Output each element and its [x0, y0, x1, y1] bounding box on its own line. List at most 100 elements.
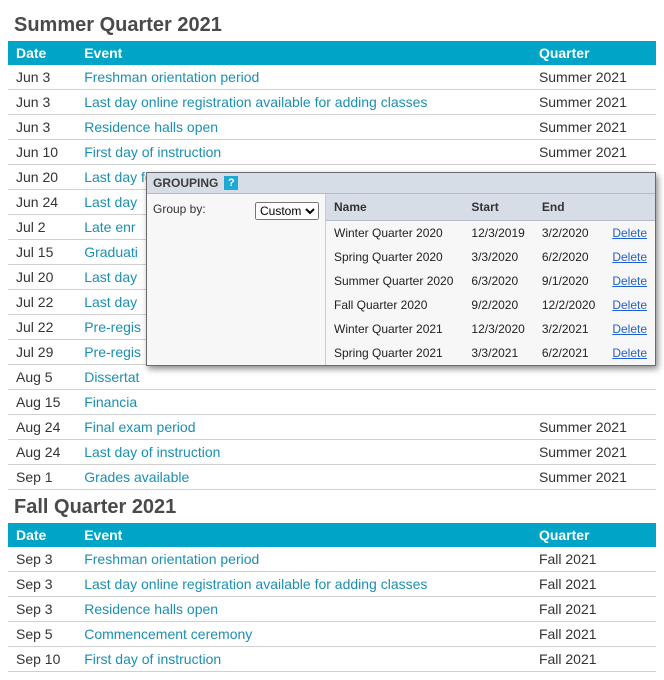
group-by-select[interactable]: Custom — [255, 202, 319, 220]
event-date: Aug 24 — [8, 440, 76, 465]
event-quarter: Summer 2021 — [531, 140, 656, 165]
group-by-panel: Group by: Custom — [147, 194, 325, 365]
table-row: Jun 10 First day of instruction Summer 202… — [8, 140, 656, 165]
event-quarter: Summer 2021 — [531, 465, 656, 490]
event-date: Jun 3 — [8, 115, 76, 140]
grouping-name: Spring Quarter 2021 — [326, 341, 463, 365]
event-link[interactable]: Freshman orientation period — [84, 551, 259, 567]
grouping-start: 3/3/2020 — [463, 245, 533, 269]
grouping-row: Winter Quarter 202012/3/20193/2/2020Dele… — [326, 221, 655, 246]
event-link[interactable]: Commencement ceremony — [84, 626, 252, 642]
delete-link[interactable]: Delete — [612, 298, 647, 312]
event-link[interactable]: First day of instruction — [84, 144, 221, 160]
table-row: Sep 3 Freshman orientation period Fall 202… — [8, 547, 656, 572]
event-date: Jun 3 — [8, 90, 76, 115]
table-row: Jun 3 Residence halls open Summer 2021 — [8, 115, 656, 140]
event-date: Aug 15 — [8, 390, 76, 415]
event-date: Jun 20 — [8, 165, 76, 190]
event-link[interactable]: Residence halls open — [84, 601, 218, 617]
event-link[interactable]: First day of instruction — [84, 651, 221, 667]
delete-link[interactable]: Delete — [612, 322, 647, 336]
grouping-end: 3/2/2021 — [534, 317, 604, 341]
event-link[interactable]: Dissertat — [84, 369, 139, 385]
events-header-row: DateEventQuarter — [8, 41, 656, 65]
delete-link[interactable]: Delete — [612, 226, 647, 240]
event-date: Jul 22 — [8, 290, 76, 315]
grouping-row: Spring Quarter 20213/3/20216/2/2021 Delet… — [326, 341, 655, 365]
grouping-popup: GROUPING ? Group by: Custom Name Start E… — [146, 172, 656, 366]
grouping-row: Spring Quarter 20203/3/20206/2/2020 Delet… — [326, 245, 655, 269]
grouping-start: 9/2/2020 — [463, 293, 533, 317]
events-header-row: DateEventQuarter — [8, 523, 656, 547]
event-link[interactable]: Grades available — [84, 469, 189, 485]
event-date: Jul 15 — [8, 240, 76, 265]
grouping-end: 9/1/2020 — [534, 269, 604, 293]
events-header-date: Date — [8, 41, 76, 65]
event-link[interactable]: Pre-regis — [84, 344, 141, 360]
event-quarter: Fall 2021 — [531, 622, 656, 647]
event-link[interactable]: Last day — [84, 194, 137, 210]
grouping-name: Summer Quarter 2020 — [326, 269, 463, 293]
event-quarter: Fall 2021 — [531, 547, 656, 572]
table-row: Aug 24 Last day of instruction Summer 2021 — [8, 440, 656, 465]
help-icon[interactable]: ? — [224, 176, 238, 190]
event-date: Jun 3 — [8, 65, 76, 90]
event-link[interactable]: Graduati — [84, 244, 138, 260]
grouping-header-start: Start — [463, 194, 533, 221]
grouping-row: Fall Quarter 20209/2/202012/2/2020Delete — [326, 293, 655, 317]
event-date: Sep 1 — [8, 465, 76, 490]
events-header-event: Event — [76, 41, 531, 65]
event-link[interactable]: Last day — [84, 294, 137, 310]
event-link[interactable]: Last day online registration available f… — [84, 576, 427, 592]
grouping-end: 6/2/2021 — [534, 341, 604, 365]
delete-link[interactable]: Delete — [612, 346, 647, 360]
table-row: Jun 3Freshman orientation periodSummer 2… — [8, 65, 656, 90]
event-quarter: Fall 2021 — [531, 647, 656, 672]
grouping-name: Fall Quarter 2020 — [326, 293, 463, 317]
event-link[interactable]: Last day — [84, 269, 137, 285]
event-quarter: Summer 2021 — [531, 115, 656, 140]
event-date: Aug 24 — [8, 415, 76, 440]
event-quarter: Summer 2021 — [531, 440, 656, 465]
grouping-start: 12/3/2019 — [463, 221, 533, 246]
grouping-header-end: End — [534, 194, 604, 221]
event-date: Sep 10 — [8, 647, 76, 672]
event-date: Sep 3 — [8, 547, 76, 572]
events-header-event: Event — [76, 523, 531, 547]
event-date: Sep 3 — [8, 597, 76, 622]
grouping-header-name: Name — [326, 194, 463, 221]
grouping-start: 3/3/2021 — [463, 341, 533, 365]
event-link[interactable]: Last day of instruction — [84, 444, 220, 460]
delete-link[interactable]: Delete — [612, 250, 647, 264]
table-row: Sep 3Last day online registration availa… — [8, 572, 656, 597]
event-link[interactable]: Pre-regis — [84, 319, 141, 335]
events-table: DateEventQuarterSep 3Freshman orientatio… — [8, 523, 656, 672]
event-quarter — [531, 390, 656, 415]
event-link[interactable]: Residence halls open — [84, 119, 218, 135]
event-quarter: Fall 2021 — [531, 597, 656, 622]
delete-link[interactable]: Delete — [612, 274, 647, 288]
event-date: Aug 5 — [8, 365, 76, 390]
table-row: Sep 1 Grades available Summer 2021 — [8, 465, 656, 490]
event-date: Jul 2 — [8, 215, 76, 240]
section-heading: Summer Quarter 2021 — [14, 14, 656, 37]
event-link[interactable]: Final exam period — [84, 419, 195, 435]
event-link[interactable]: Last day online registration available f… — [84, 94, 427, 110]
table-row: Jun 3 Last day online registration availa… — [8, 90, 656, 115]
grouping-name: Winter Quarter 2021 — [326, 317, 463, 341]
event-quarter: Fall 2021 — [531, 572, 656, 597]
event-link[interactable]: Late enr — [84, 219, 135, 235]
grouping-row: Winter Quarter 202112/3/20203/2/2021Dele… — [326, 317, 655, 341]
grouping-name: Spring Quarter 2020 — [326, 245, 463, 269]
grouping-popup-title: GROUPING — [153, 176, 218, 190]
event-link[interactable]: Financia — [84, 394, 137, 410]
group-by-label: Group by: — [153, 202, 206, 216]
events-header-quarter: Quarter — [531, 523, 656, 547]
event-link[interactable]: Freshman orientation period — [84, 69, 259, 85]
grouping-end: 6/2/2020 — [534, 245, 604, 269]
event-date: Jun 10 — [8, 140, 76, 165]
grouping-start: 6/3/2020 — [463, 269, 533, 293]
event-date: Jul 20 — [8, 265, 76, 290]
grouping-end: 3/2/2020 — [534, 221, 604, 246]
grouping-table: Name Start End Winter Quarter 202012/3/2… — [326, 194, 655, 365]
